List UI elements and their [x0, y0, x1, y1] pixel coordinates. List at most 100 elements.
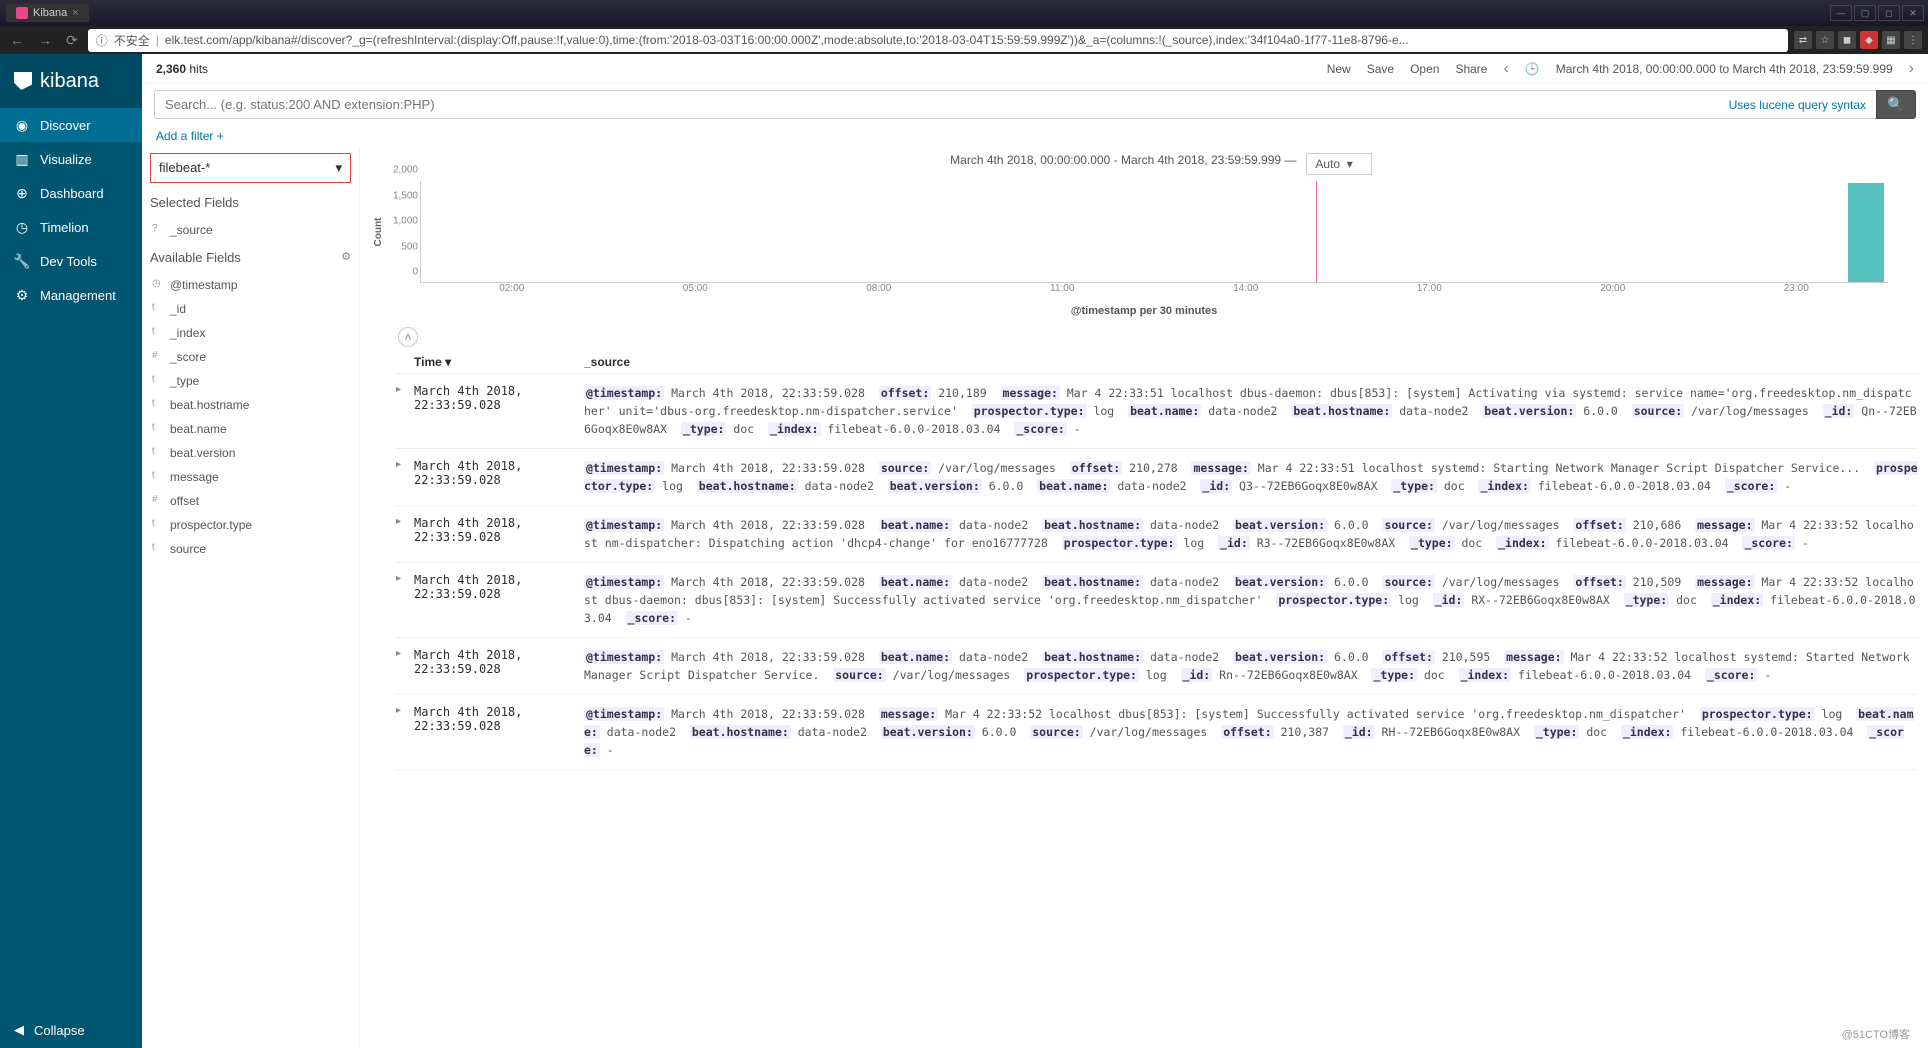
field-_index[interactable]: t_index	[150, 321, 351, 345]
x-tick: 17:00	[1417, 283, 1442, 294]
field-type-icon: t	[152, 398, 162, 412]
expand-row-icon[interactable]: ▸	[396, 573, 414, 627]
field-type-icon: t	[152, 374, 162, 388]
field-_score[interactable]: #_score	[150, 345, 351, 369]
visualize-icon: ▥	[14, 151, 30, 167]
dev tools-icon: 🔧	[14, 253, 30, 269]
ext2-icon[interactable]: ◆	[1860, 31, 1878, 49]
field-type-icon: #	[152, 494, 162, 508]
field-type-icon: t	[152, 326, 162, 340]
field-offset[interactable]: #offset	[150, 489, 351, 513]
collapse-icon: ◀	[14, 1022, 24, 1038]
lucene-hint[interactable]: Uses lucene query syntax	[1719, 90, 1876, 119]
doc-table: Time ▾ _source ▸March 4th 2018, 22:33:59…	[360, 351, 1928, 1048]
expand-row-icon[interactable]: ▸	[396, 516, 414, 552]
sidebar-item-dev tools[interactable]: 🔧Dev Tools	[0, 244, 142, 278]
table-row: ▸March 4th 2018, 22:33:59.028@timestamp:…	[396, 695, 1918, 770]
y-tick: 500	[401, 241, 418, 252]
histogram-title: March 4th 2018, 00:00:00.000 - March 4th…	[950, 153, 1296, 175]
top-link-save[interactable]: Save	[1367, 62, 1394, 76]
collapse-button[interactable]: ◀ Collapse	[0, 1012, 142, 1048]
source-cell: @timestamp: March 4th 2018, 22:33:59.028…	[584, 705, 1918, 759]
forward-icon[interactable]: →	[34, 32, 56, 48]
sidebar-item-visualize[interactable]: ▥Visualize	[0, 142, 142, 176]
expand-row-icon[interactable]: ▸	[396, 705, 414, 759]
sort-desc-icon: ▾	[445, 355, 451, 369]
browser-tab[interactable]: Kibana ×	[6, 4, 89, 22]
column-time[interactable]: Time ▾	[414, 355, 584, 369]
sidebar-item-management[interactable]: ⚙Management	[0, 278, 142, 312]
top-link-share[interactable]: Share	[1455, 62, 1487, 76]
minimize-icon[interactable]: —	[1830, 5, 1852, 21]
x-tick: 23:00	[1784, 283, 1809, 294]
field-_id[interactable]: t_id	[150, 297, 351, 321]
add-filter-link[interactable]: Add a filter +	[156, 129, 224, 143]
field-beat.version[interactable]: tbeat.version	[150, 441, 351, 465]
histogram-chart[interactable]: Count 05001,0001,5002,000 02:0005:0008:0…	[420, 181, 1888, 301]
translate-icon[interactable]: ⇄	[1794, 31, 1812, 49]
field-type-icon: t	[152, 446, 162, 460]
expand-row-icon[interactable]: ▸	[396, 648, 414, 684]
brand[interactable]: kibana	[0, 54, 142, 108]
field-beat.name[interactable]: tbeat.name	[150, 417, 351, 441]
gear-icon[interactable]: ⚙	[341, 250, 351, 265]
ext1-icon[interactable]: ◼	[1838, 31, 1856, 49]
expand-row-icon[interactable]: ▸	[396, 459, 414, 495]
time-cell: March 4th 2018, 22:33:59.028	[414, 705, 584, 759]
top-link-new[interactable]: New	[1327, 62, 1351, 76]
field-type-icon: #	[152, 350, 162, 364]
x-tick: 02:00	[499, 283, 524, 294]
source-cell: @timestamp: March 4th 2018, 22:33:59.028…	[584, 459, 1918, 495]
star-icon[interactable]: ☆	[1816, 31, 1834, 49]
sidebar-item-discover[interactable]: ◉ Discover	[0, 108, 142, 142]
field-beat.hostname[interactable]: tbeat.hostname	[150, 393, 351, 417]
field-message[interactable]: tmessage	[150, 465, 351, 489]
expand-row-icon[interactable]: ▸	[396, 384, 414, 438]
x-axis-label: @timestamp per 30 minutes	[360, 305, 1928, 317]
interval-select[interactable]: Auto ▾	[1306, 153, 1371, 175]
reload-icon[interactable]: ⟳	[62, 32, 82, 49]
y-tick: 2,000	[393, 165, 418, 176]
field-type-icon: t	[152, 542, 162, 556]
y-tick: 0	[412, 267, 418, 278]
dashboard-icon: ⊕	[14, 185, 30, 201]
y-tick: 1,000	[393, 216, 418, 227]
table-row: ▸March 4th 2018, 22:33:59.028@timestamp:…	[396, 506, 1918, 563]
field-_type[interactable]: t_type	[150, 369, 351, 393]
index-pattern-value: filebeat-*	[159, 160, 210, 176]
close-window-icon[interactable]: ✕	[1902, 5, 1924, 21]
chevron-down-icon: ▾	[335, 160, 342, 176]
search-input[interactable]	[154, 90, 1719, 119]
time-range[interactable]: March 4th 2018, 00:00:00.000 to March 4t…	[1556, 62, 1893, 76]
search-button[interactable]: 🔍	[1876, 90, 1916, 119]
time-prev-icon[interactable]: ‹	[1503, 60, 1508, 78]
ext3-icon[interactable]: ▦	[1882, 31, 1900, 49]
table-row: ▸March 4th 2018, 22:33:59.028@timestamp:…	[396, 563, 1918, 638]
close-icon[interactable]: ×	[72, 7, 78, 19]
field-_source[interactable]: ?_source	[150, 218, 351, 242]
kibana-logo-icon	[14, 72, 32, 90]
field-type-icon: t	[152, 302, 162, 316]
menu-icon[interactable]: ⋮	[1904, 31, 1922, 49]
sidebar-item-dashboard[interactable]: ⊕Dashboard	[0, 176, 142, 210]
top-link-open[interactable]: Open	[1410, 62, 1439, 76]
field-source[interactable]: tsource	[150, 537, 351, 561]
discover-icon: ◉	[14, 117, 30, 133]
search-icon: 🔍	[1887, 96, 1904, 113]
hits-count: 2,360	[156, 62, 186, 76]
maximize-icon[interactable]: ◻	[1878, 5, 1900, 21]
restore-icon[interactable]: ▢	[1854, 5, 1876, 21]
sidebar-item-timelion[interactable]: ◷Timelion	[0, 210, 142, 244]
field-@timestamp[interactable]: ◷@timestamp	[150, 273, 351, 297]
index-pattern-select[interactable]: filebeat-* ▾	[150, 153, 351, 183]
field-prospector.type[interactable]: tprospector.type	[150, 513, 351, 537]
back-icon[interactable]: ←	[6, 32, 28, 48]
column-source[interactable]: _source	[584, 355, 1918, 369]
sidebar-item-label: Discover	[40, 118, 91, 133]
time-next-icon[interactable]: ›	[1909, 60, 1914, 78]
histogram-bar[interactable]	[1848, 183, 1884, 282]
scroll-top-button[interactable]: ˄	[398, 327, 418, 347]
source-cell: @timestamp: March 4th 2018, 22:33:59.028…	[584, 573, 1918, 627]
address-bar[interactable]: ⓘ 不安全 | elk.test.com/app/kibana#/discove…	[88, 29, 1788, 52]
source-cell: @timestamp: March 4th 2018, 22:33:59.028…	[584, 384, 1918, 438]
